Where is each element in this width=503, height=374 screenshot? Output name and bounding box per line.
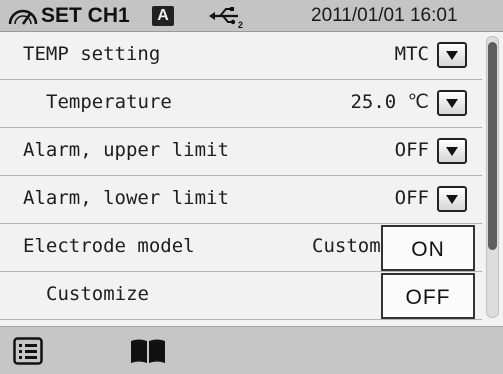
status-bar: SET CH1 A 2 2011/01/01 16:01: [0, 0, 503, 32]
dropdown-button[interactable]: [437, 138, 467, 164]
option-on[interactable]: ON: [381, 225, 475, 271]
row-value: 25.0 ℃: [350, 91, 429, 113]
row-label: Alarm, lower limit: [23, 187, 229, 209]
date-time: 2011/01/01 16:01: [311, 5, 458, 26]
menu-list-icon[interactable]: [13, 337, 43, 365]
row-value: MTC: [394, 43, 429, 65]
mode-badge: A: [152, 6, 174, 26]
row-label: Customize: [46, 283, 149, 305]
option-off[interactable]: OFF: [381, 273, 475, 319]
row-alarm-upper[interactable]: Alarm, upper limit OFF: [0, 128, 482, 176]
row-label: Alarm, upper limit: [23, 139, 229, 161]
book-icon[interactable]: [129, 337, 167, 365]
on-off-popup: ON OFF: [381, 225, 475, 321]
row-value: OFF: [394, 139, 429, 161]
screen-title: SET CH1: [41, 4, 130, 27]
scrollbar[interactable]: [486, 36, 499, 318]
dropdown-button[interactable]: [437, 90, 467, 116]
row-label: Electrode model: [23, 235, 195, 257]
row-value: OFF: [394, 187, 429, 209]
row-temp-setting[interactable]: TEMP setting MTC: [0, 32, 482, 80]
row-label: Temperature: [46, 91, 172, 113]
usb-icon: 2: [209, 7, 243, 29]
row-value: Custom: [312, 235, 381, 257]
dropdown-button[interactable]: [437, 186, 467, 212]
footer-bar: [0, 326, 503, 374]
scroll-thumb[interactable]: [488, 42, 497, 250]
dropdown-button[interactable]: [437, 42, 467, 68]
row-temperature[interactable]: Temperature 25.0 ℃: [0, 80, 482, 128]
row-alarm-lower[interactable]: Alarm, lower limit OFF: [0, 176, 482, 224]
gauge-icon: [8, 9, 38, 25]
row-label: TEMP setting: [23, 43, 161, 65]
svg-text:2: 2: [238, 20, 243, 29]
